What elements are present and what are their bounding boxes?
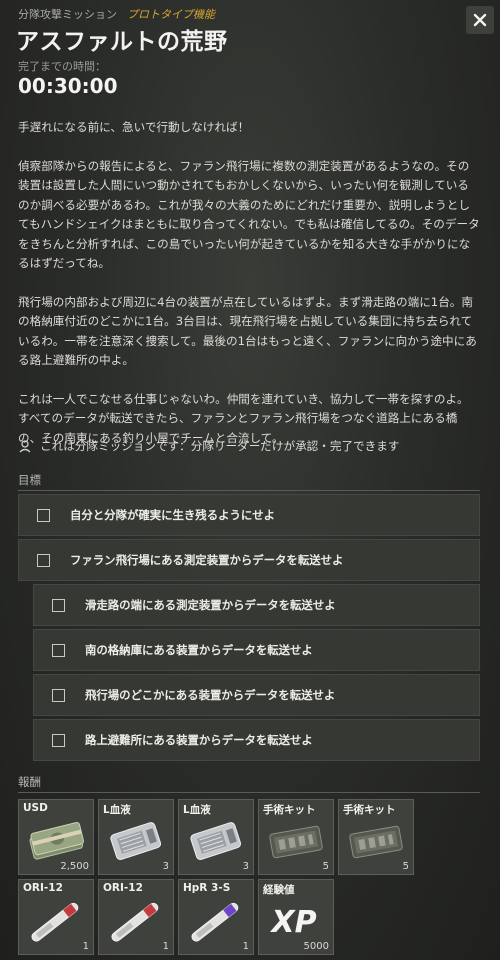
squad-note-text: これは分隊ミッションです：分隊リーダーだけが承認・完了できます bbox=[40, 439, 400, 453]
description-paragraph: 飛行場の内部および周辺に4台の装置が点在しているはずよ。まず滑走路の端に1台。南… bbox=[18, 294, 477, 368]
sub-objective-row[interactable]: 路上避難所にある装置からデータを転送せよ bbox=[33, 719, 480, 761]
reward-quantity: 3 bbox=[162, 861, 169, 872]
close-button[interactable] bbox=[466, 6, 494, 34]
svg-text:XP: XP bbox=[269, 905, 316, 940]
reward-quantity: 5 bbox=[322, 861, 329, 872]
time-remaining-label: 完了までの時間： bbox=[18, 60, 106, 73]
reward-name: 手術キット bbox=[343, 804, 396, 816]
mission-type-label: 分隊攻撃ミッション bbox=[18, 8, 117, 21]
reward-quantity: 1 bbox=[162, 941, 169, 952]
objectives-heading: 目標 bbox=[18, 473, 41, 487]
reward-quantity: 5000 bbox=[303, 941, 329, 952]
reward-name: 手術キット bbox=[263, 804, 316, 816]
mission-title: アスファルトの荒野 bbox=[16, 29, 228, 55]
time-remaining-value: 00:30:00 bbox=[18, 74, 118, 98]
rewards-heading: 報酬 bbox=[18, 775, 41, 789]
objective-row[interactable]: ファラン飛行場にある測定装置からデータを転送せよ bbox=[18, 539, 480, 581]
reward-name: HpR 3-S bbox=[183, 882, 231, 894]
checkbox-icon[interactable] bbox=[52, 598, 65, 612]
reward-quantity: 3 bbox=[242, 861, 249, 872]
objective-label: 飛行場のどこかにある装置からデータを転送せよ bbox=[85, 688, 336, 702]
checkbox-icon[interactable] bbox=[52, 688, 65, 702]
rewards-divider bbox=[18, 792, 480, 793]
objective-label: 路上避難所にある装置からデータを転送せよ bbox=[85, 733, 313, 747]
reward-name: ORI-12 bbox=[103, 882, 143, 894]
prototype-tag: プロトタイプ機能 bbox=[127, 8, 215, 21]
description-paragraph: 手遅れになる前に、急いで行動しなければ！ bbox=[18, 120, 250, 134]
close-icon bbox=[473, 13, 487, 27]
reward-item-hpr3s[interactable]: HpR 3-S 1 bbox=[178, 879, 254, 955]
reward-name: 経験値 bbox=[263, 884, 295, 896]
objectives-divider bbox=[18, 490, 480, 491]
sub-objective-row[interactable]: 滑走路の端にある測定装置からデータを転送せよ bbox=[33, 584, 480, 626]
reward-name: L血液 bbox=[103, 804, 131, 816]
reward-quantity: 5 bbox=[402, 861, 409, 872]
reward-item-surgical-kit[interactable]: 手術キット 5 bbox=[338, 799, 414, 875]
objective-label: 自分と分隊が確実に生き残るようにせよ bbox=[70, 508, 276, 522]
reward-item-blood[interactable]: L血液 3 bbox=[98, 799, 174, 875]
squad-leader-icon bbox=[19, 440, 31, 453]
objective-label: 南の格納庫にある装置からデータを転送せよ bbox=[85, 643, 313, 657]
checkbox-icon[interactable] bbox=[37, 553, 50, 567]
checkbox-icon[interactable] bbox=[52, 733, 65, 747]
reward-item-blood[interactable]: L血液 3 bbox=[178, 799, 254, 875]
reward-name: L血液 bbox=[183, 804, 211, 816]
objective-label: ファラン飛行場にある測定装置からデータを転送せよ bbox=[70, 553, 344, 567]
reward-quantity: 1 bbox=[82, 941, 89, 952]
squad-mission-note: これは分隊ミッションです：分隊リーダーだけが承認・完了できます bbox=[18, 438, 399, 454]
mission-subtitle: 分隊攻撃ミッション プロトタイプ機能 bbox=[18, 6, 215, 22]
reward-name: ORI-12 bbox=[23, 882, 63, 894]
checkbox-icon[interactable] bbox=[52, 643, 65, 657]
reward-quantity: 1 bbox=[242, 941, 249, 952]
reward-name: USD bbox=[23, 802, 48, 814]
objective-label: 滑走路の端にある測定装置からデータを転送せよ bbox=[85, 598, 336, 612]
description-paragraph: 偵察部隊からの報告によると、ファラン飛行場に複数の測定装置があるようなの。その装… bbox=[18, 158, 480, 271]
reward-quantity: 2,500 bbox=[60, 861, 89, 872]
reward-item-xp[interactable]: XP 経験値 5000 bbox=[258, 879, 334, 955]
reward-item-surgical-kit[interactable]: 手術キット 5 bbox=[258, 799, 334, 875]
checkbox-icon[interactable] bbox=[37, 508, 50, 522]
reward-item-ori12[interactable]: ORI-12 1 bbox=[18, 879, 94, 955]
mission-description: 手遅れになる前に、急いで行動しなければ！ 偵察部隊からの報告によると、ファラン飛… bbox=[18, 118, 480, 467]
reward-item-ori12[interactable]: ORI-12 1 bbox=[98, 879, 174, 955]
sub-objective-row[interactable]: 飛行場のどこかにある装置からデータを転送せよ bbox=[33, 674, 480, 716]
sub-objective-row[interactable]: 南の格納庫にある装置からデータを転送せよ bbox=[33, 629, 480, 671]
reward-item-usd[interactable]: USD 2,500 bbox=[18, 799, 94, 875]
objective-row[interactable]: 自分と分隊が確実に生き残るようにせよ bbox=[18, 494, 480, 536]
